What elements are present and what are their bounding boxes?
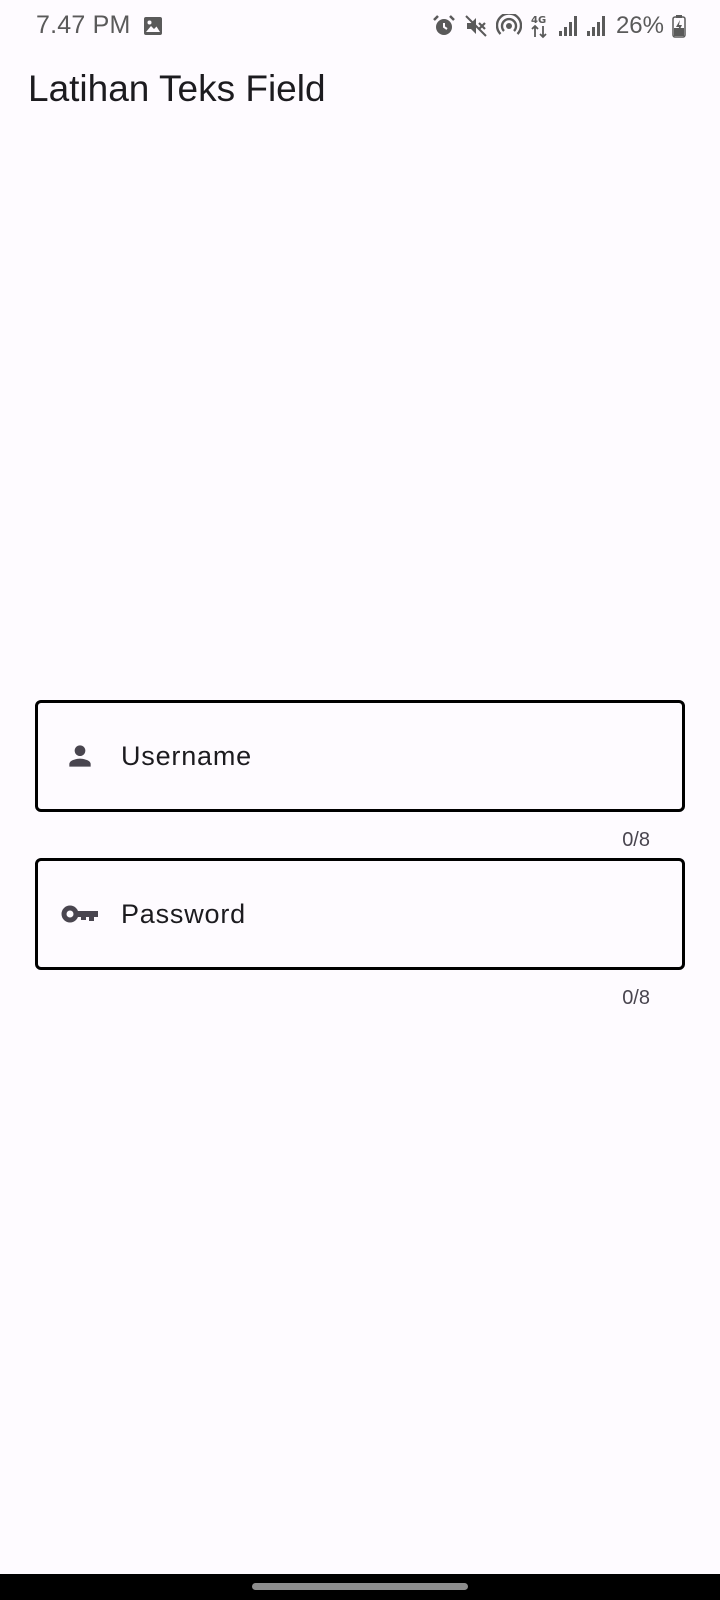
signal-icon bbox=[558, 15, 578, 37]
battery-percentage: 26% bbox=[615, 12, 664, 39]
key-icon bbox=[56, 890, 104, 938]
gallery-icon bbox=[143, 16, 163, 41]
password-char-counter: 0/8 bbox=[622, 987, 650, 1009]
home-gesture-handle[interactable] bbox=[252, 1583, 468, 1590]
4g-data-icon: 4G bbox=[530, 13, 550, 39]
login-form: Username 0/8 Password 0/8 bbox=[35, 700, 685, 1016]
mute-icon bbox=[464, 14, 488, 38]
password-placeholder: Password bbox=[121, 898, 246, 929]
username-field[interactable]: Username bbox=[35, 700, 685, 812]
status-icons: 4G 26% bbox=[432, 12, 686, 40]
hotspot-icon bbox=[495, 14, 522, 38]
alarm-icon bbox=[432, 14, 456, 38]
person-icon bbox=[56, 732, 104, 780]
username-placeholder: Username bbox=[121, 740, 252, 771]
password-field[interactable]: Password bbox=[35, 858, 685, 970]
battery-charging-icon bbox=[672, 14, 686, 38]
navigation-bar bbox=[0, 1574, 720, 1600]
username-char-counter: 0/8 bbox=[622, 829, 650, 851]
status-bar: 7.47 PM 4G 26% bbox=[0, 0, 720, 54]
signal-icon bbox=[586, 15, 606, 37]
app-title: Latihan Teks Field bbox=[28, 68, 326, 109]
status-time: 7.47 PM bbox=[36, 11, 131, 39]
svg-text:4G: 4G bbox=[531, 15, 546, 26]
